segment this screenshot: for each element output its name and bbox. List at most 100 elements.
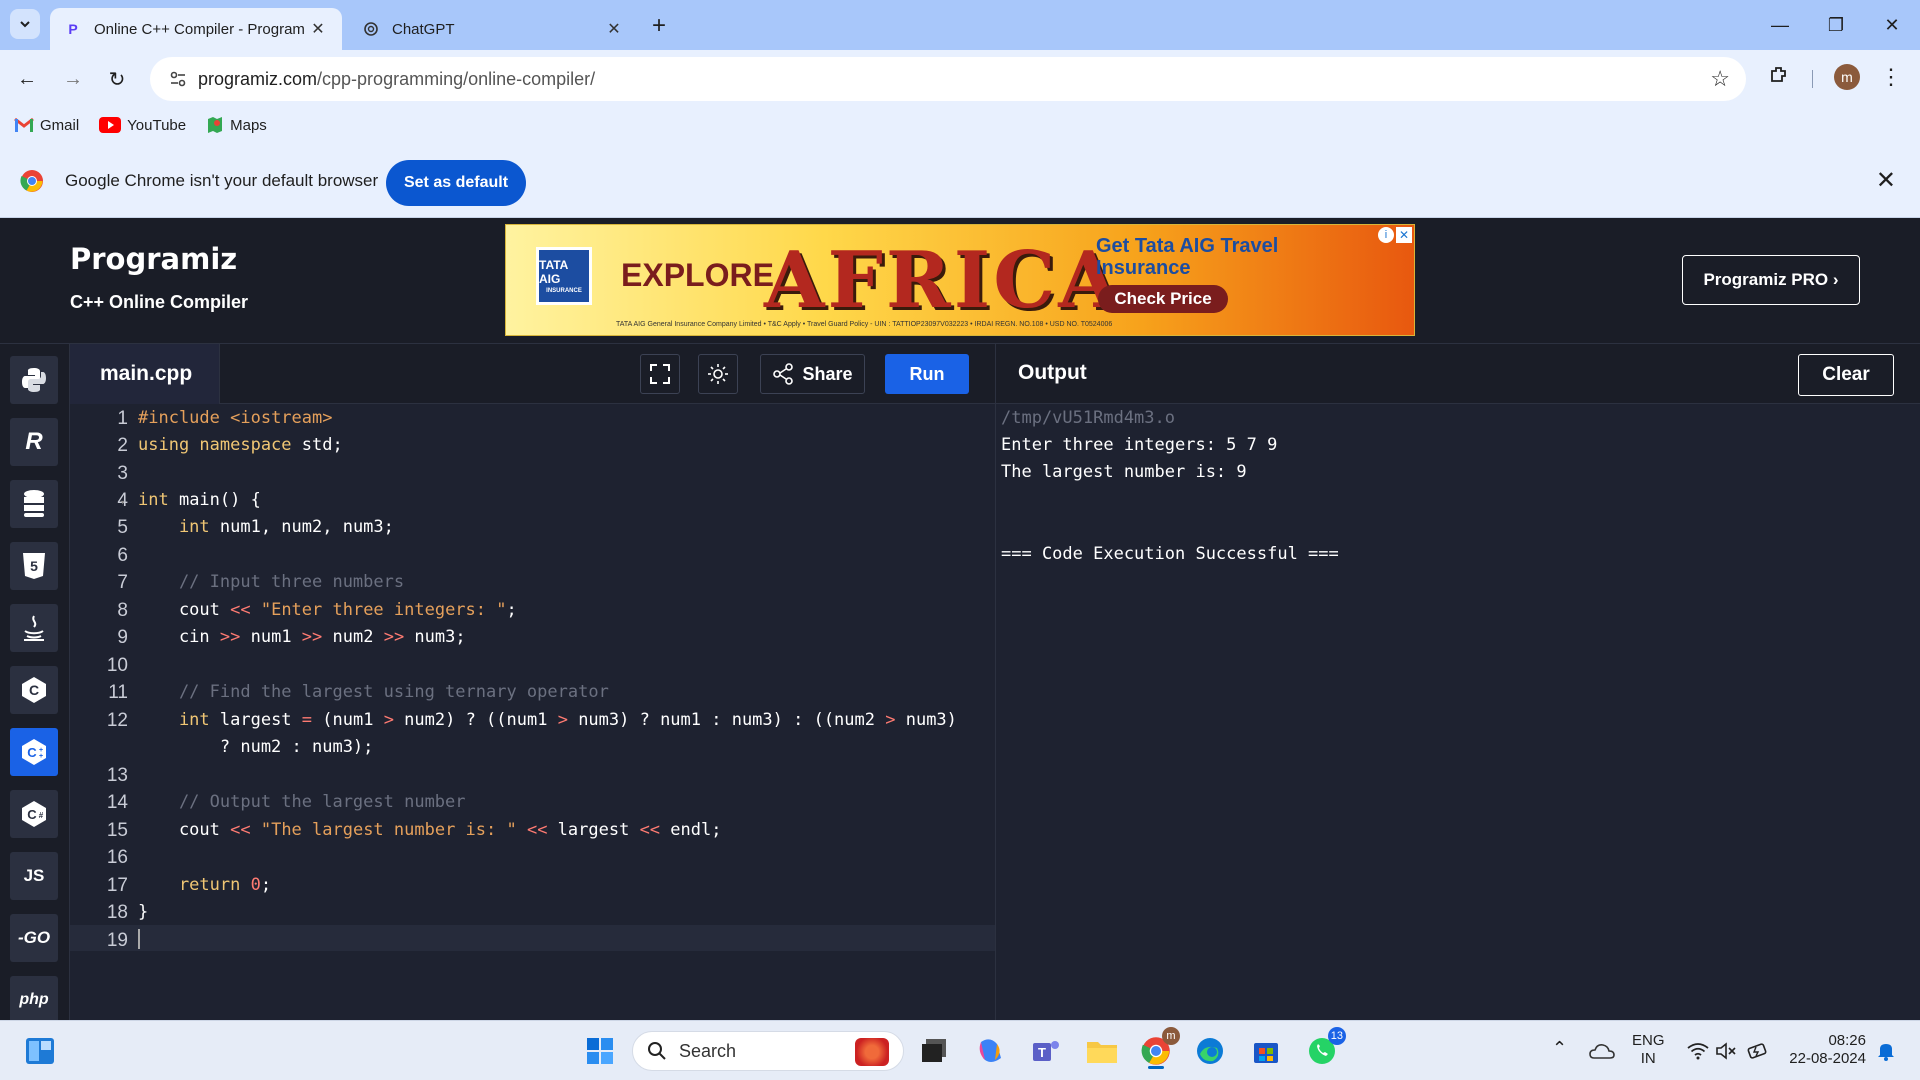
svg-text:T: T (1038, 1045, 1046, 1060)
svg-text:5: 5 (30, 558, 38, 574)
restore-icon[interactable]: ❐ (1808, 0, 1864, 50)
ad-close-icon[interactable]: ✕ (1396, 227, 1412, 243)
url-path: /cpp-programming/online-compiler/ (317, 68, 596, 89)
bookmark-gmail[interactable]: Gmail (14, 117, 79, 134)
programiz-logo[interactable]: Programiz (70, 242, 237, 276)
site-info-icon[interactable] (158, 69, 198, 89)
browser-tab-strip: P Online C++ Compiler - Program ✕ ChatGP… (0, 0, 1920, 50)
whatsapp-icon[interactable]: 13 (1302, 1027, 1346, 1071)
lang-php[interactable]: php (10, 976, 58, 1024)
address-bar[interactable]: programiz.com/cpp-programming/online-com… (150, 57, 1746, 101)
edge-icon[interactable] (1190, 1031, 1230, 1071)
back-arrow-icon[interactable]: ← (12, 64, 42, 94)
clock[interactable]: 08:26 22-08-2024 (1784, 1032, 1866, 1068)
notification-bell-icon[interactable] (1866, 1031, 1906, 1071)
bookmark-label: Gmail (40, 116, 80, 134)
close-window-icon[interactable]: ✕ (1864, 0, 1920, 50)
run-button[interactable]: Run (885, 354, 969, 394)
battery-icon[interactable] (1738, 1031, 1778, 1071)
active-line-highlight (70, 925, 995, 951)
tab-close-icon[interactable]: ✕ (308, 19, 328, 39)
output-line: === Code Execution Successful === (1001, 544, 1339, 564)
lang-html[interactable]: 5 (10, 542, 58, 590)
output-line: The largest number is: 9 (1001, 462, 1247, 482)
output-console[interactable]: /tmp/vU51Rmd4m3.o Enter three integers: … (995, 404, 1920, 1020)
code-token: > (383, 710, 405, 730)
page-title: C++ Online Compiler (70, 292, 249, 312)
menu-kebab-icon[interactable]: ⋮ (1880, 64, 1902, 90)
code-token: >> (219, 627, 251, 647)
widgets-icon[interactable] (20, 1031, 60, 1071)
file-tab[interactable]: main.cpp (70, 344, 220, 404)
line-number: 6 (117, 545, 128, 566)
line-number: 5 (117, 517, 128, 538)
code-token: num3; (414, 627, 466, 647)
task-view-icon[interactable] (914, 1031, 954, 1071)
file-explorer-icon[interactable] (1082, 1031, 1122, 1071)
set-as-default-button[interactable]: Set as default (386, 160, 526, 206)
site-header: Programiz C++ Online Compiler TATA AIG I… (0, 218, 1920, 344)
forward-arrow-icon[interactable]: → (58, 64, 88, 94)
teams-icon[interactable]: T (1026, 1031, 1066, 1071)
output-title: Output (1018, 361, 1087, 384)
share-button[interactable]: Share (760, 354, 865, 394)
lang-c[interactable]: C (10, 666, 58, 714)
copilot-icon[interactable] (970, 1031, 1010, 1071)
lang-java[interactable] (10, 604, 58, 652)
fold-arrow-icon[interactable]: ▾ (120, 498, 125, 508)
taskbar-search[interactable]: Search (632, 1031, 904, 1071)
clock-time: 08:26 (1828, 1032, 1866, 1049)
input-language[interactable]: ENG IN (1632, 1032, 1665, 1068)
bookmark-maps[interactable]: Maps (206, 116, 267, 134)
programiz-pro-button[interactable]: Programiz PRO › (1682, 255, 1860, 305)
code-token: largest (557, 820, 640, 840)
lang-javascript[interactable]: JS (10, 852, 58, 900)
browser-tab-chatgpt[interactable]: ChatGPT ✕ (348, 8, 638, 50)
code-token: > (885, 710, 906, 730)
chrome-taskbar-icon[interactable]: m (1136, 1027, 1180, 1071)
bookmark-youtube[interactable]: YouTube (99, 117, 186, 134)
tab-search-button[interactable] (10, 9, 40, 39)
editor-toolbar: main.cpp Share Run (70, 344, 995, 404)
code-token: num3) ? num1 : num3) : ((num2 (578, 710, 886, 730)
search-label: Search (679, 1040, 737, 1061)
fullscreen-button[interactable] (640, 354, 680, 394)
code-line: return 0; (138, 875, 271, 895)
reload-icon[interactable]: ↻ (102, 64, 132, 94)
new-tab-button[interactable]: + (652, 12, 666, 40)
output-line: Enter three integers: 5 7 9 (1001, 435, 1278, 455)
minimize-icon[interactable]: — (1752, 0, 1808, 50)
ad-cta-button[interactable]: Check Price (1098, 285, 1228, 313)
tab-close-icon[interactable]: ✕ (604, 19, 624, 39)
code-editor[interactable]: 1 2 3 4 5 6 7 8 9 10 11 12 13 14 15 16 1… (70, 404, 995, 1020)
lang-python[interactable] (10, 356, 58, 404)
browser-tab-programiz[interactable]: P Online C++ Compiler - Program ✕ (50, 8, 342, 50)
advertisement-banner[interactable]: TATA AIG INSURANCE EXPLORE AFRICA Get Ta… (505, 224, 1415, 336)
theme-toggle-button[interactable] (698, 354, 738, 394)
share-icon (773, 363, 794, 385)
close-infobar-icon[interactable]: ✕ (1876, 166, 1896, 195)
ad-info-icon[interactable]: i (1378, 227, 1394, 243)
lang-sql[interactable] (10, 480, 58, 528)
lang-r[interactable]: R (10, 418, 58, 466)
profile-button[interactable]: m (1834, 64, 1860, 90)
onedrive-icon[interactable] (1582, 1031, 1622, 1071)
browser-toolbar: ← → ↻ programiz.com/cpp-programming/onli… (0, 50, 1920, 108)
bookmark-star-icon[interactable]: ☆ (1710, 66, 1730, 92)
code-token: int (138, 490, 179, 510)
code-line: int num1, num2, num3; (138, 517, 394, 537)
code-token: largest (219, 710, 302, 730)
lang-cpp[interactable]: C + + (10, 728, 58, 776)
extensions-icon[interactable] (1768, 64, 1790, 86)
windows-start-icon[interactable] (580, 1031, 620, 1071)
programiz-favicon-icon: P (68, 21, 78, 37)
clock-date: 22-08-2024 (1789, 1050, 1866, 1067)
microsoft-store-icon[interactable] (1246, 1031, 1286, 1071)
clear-button[interactable]: Clear (1798, 354, 1894, 396)
show-hidden-icons-chevron-icon[interactable]: ⌃ (1552, 1039, 1567, 1057)
code-token: << (526, 820, 558, 840)
code-token: std; (301, 435, 343, 455)
lang-go[interactable]: -GO (10, 914, 58, 962)
lang-csharp[interactable]: C # (10, 790, 58, 838)
windows-taskbar: Search T m 13 ⌃ ENG IN 08:26 22-08-2024 (0, 1020, 1920, 1080)
